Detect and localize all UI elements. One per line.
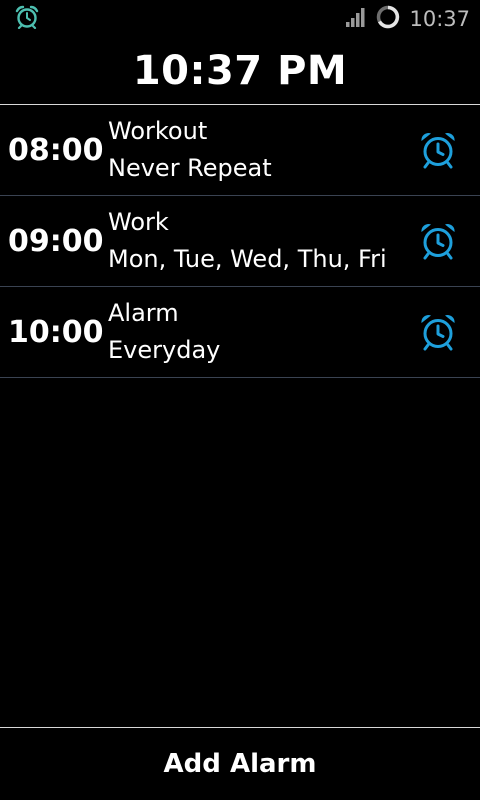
footer-bar: Add Alarm [0,727,480,800]
sync-ring-icon [375,4,401,34]
status-left [14,5,40,33]
alarm-time: 09:00 [8,223,104,259]
status-time: 10:37 [409,7,470,31]
alarm-name: Workout [108,117,208,145]
alarm-time: 08:00 [8,132,104,168]
alarm-app-screen: 10:37 10:37 PM 08:00 Workout Never Repea… [0,0,480,800]
current-time: 10:37 PM [132,48,348,94]
alarm-clock-icon[interactable] [416,219,460,263]
status-right: 10:37 [345,4,470,34]
alarm-repeat: Mon, Tue, Wed, Thu, Fri [108,245,387,273]
alarm-list: 08:00 Workout Never Repeat 09:00 Work Mo… [0,105,480,378]
alarm-time: 10:00 [8,314,104,350]
alarm-clock-icon [14,5,40,33]
add-alarm-button[interactable]: Add Alarm [164,749,317,779]
alarm-text: Work Mon, Tue, Wed, Thu, Fri [108,204,416,278]
alarm-row[interactable]: 09:00 Work Mon, Tue, Wed, Thu, Fri [0,196,480,287]
alarm-row[interactable]: 08:00 Workout Never Repeat [0,105,480,196]
alarm-name: Work [108,208,169,236]
alarm-name: Alarm [108,299,179,327]
alarm-clock-icon[interactable] [416,128,460,172]
alarm-repeat: Everyday [108,336,221,364]
status-bar: 10:37 [0,0,480,38]
alarm-row[interactable]: 10:00 Alarm Everyday [0,287,480,378]
alarm-text: Alarm Everyday [108,295,416,369]
alarm-text: Workout Never Repeat [108,113,416,187]
current-time-header: 10:37 PM [0,38,480,105]
alarm-clock-icon[interactable] [416,310,460,354]
alarm-repeat: Never Repeat [108,154,272,182]
cell-signal-icon [345,6,367,32]
